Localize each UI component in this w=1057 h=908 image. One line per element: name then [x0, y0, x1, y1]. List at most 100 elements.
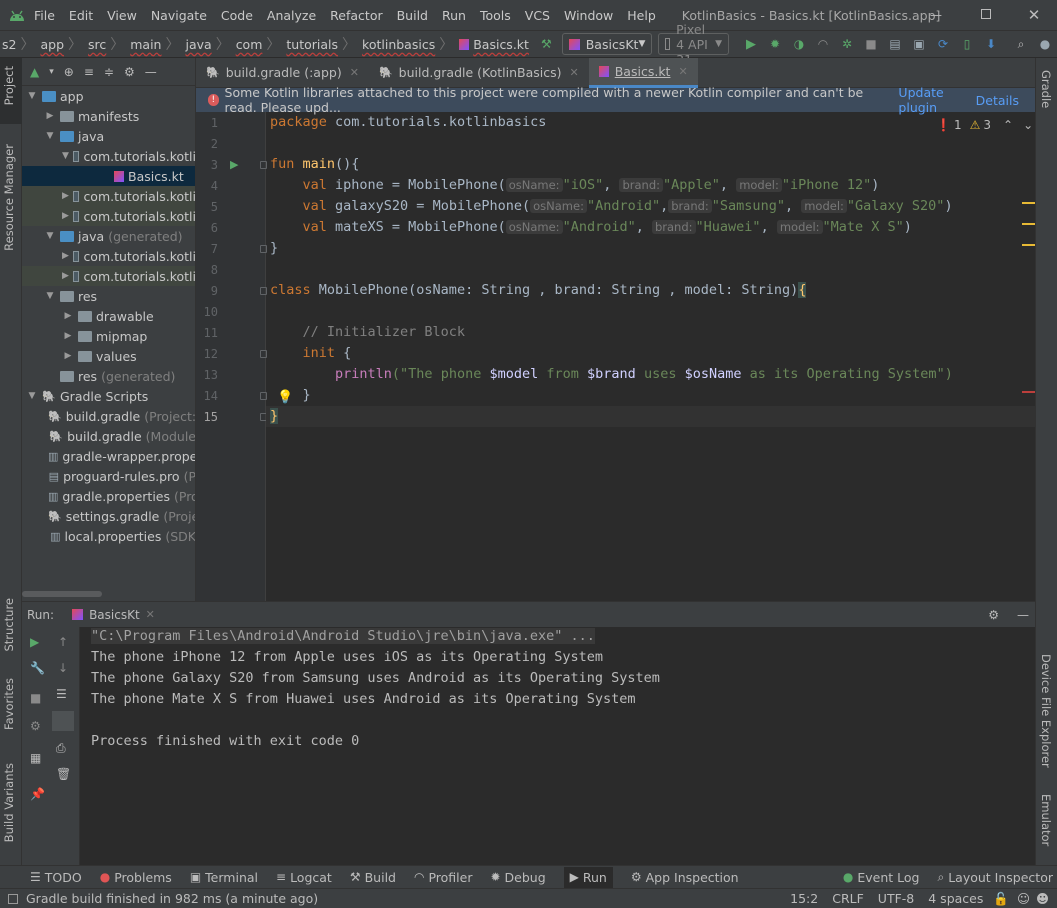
- favorites-tool-tab[interactable]: Favorites: [2, 678, 16, 730]
- menu-build[interactable]: Build: [397, 8, 428, 23]
- menu-code[interactable]: Code: [221, 8, 253, 23]
- chevron-down-icon[interactable]: ▼: [62, 151, 69, 161]
- tree-item[interactable]: ▼ com.tutorials.kotli: [22, 146, 195, 166]
- breadcrumb-item[interactable]: app: [40, 37, 64, 52]
- profiler-tab[interactable]: ◠ Profiler: [414, 870, 473, 885]
- warning-marker[interactable]: [1022, 202, 1035, 204]
- fold-marker-icon[interactable]: [260, 245, 267, 253]
- tree-item[interactable]: ▼ java (generated): [22, 226, 195, 246]
- chevron-down-icon[interactable]: ▼: [44, 231, 56, 241]
- chevron-right-icon[interactable]: ▶: [62, 311, 74, 321]
- code-line-15[interactable]: }: [270, 406, 279, 427]
- device-file-explorer-tool-tab[interactable]: Device File Explorer: [1039, 654, 1053, 768]
- file-encoding[interactable]: UTF-8: [878, 891, 914, 906]
- run-icon[interactable]: ▶: [741, 34, 761, 54]
- lightbulb-icon[interactable]: 💡: [277, 390, 293, 405]
- breadcrumb-item[interactable]: tutorials: [286, 37, 338, 52]
- emulator-tool-tab[interactable]: Emulator: [1039, 794, 1053, 846]
- tree-item[interactable]: ▶ com.tutorials.kotli: [22, 266, 195, 286]
- tree-item[interactable]: ▶ com.tutorials.kotli: [22, 206, 195, 226]
- run-tab[interactable]: ▶ Run: [563, 866, 613, 888]
- chevron-down-icon[interactable]: ▼: [26, 391, 38, 401]
- print-icon[interactable]: ⎙: [56, 741, 66, 756]
- attach-debugger-icon[interactable]: ✲: [837, 34, 857, 54]
- fold-marker-icon[interactable]: [260, 287, 267, 295]
- tree-item[interactable]: ▶ drawable: [22, 306, 195, 326]
- chevron-right-icon[interactable]: ▶: [44, 111, 56, 121]
- gradle-tool-tab[interactable]: Gradle: [1039, 70, 1053, 108]
- tree-item[interactable]: 🐘 settings.gradle (Proje: [22, 506, 195, 526]
- breadcrumb-item[interactable]: Basics.kt: [473, 37, 529, 52]
- pin-icon[interactable]: 📌: [30, 787, 45, 801]
- run-tab-basicskt[interactable]: BasicsKt: [89, 608, 140, 622]
- tree-item[interactable]: ▶ values: [22, 346, 195, 366]
- expand-all-icon[interactable]: ≡: [84, 65, 94, 79]
- smiley-icon[interactable]: ☺: [1017, 891, 1030, 906]
- close-tab-icon[interactable]: ✕: [146, 608, 155, 621]
- layout-icon[interactable]: ▦: [30, 751, 41, 765]
- stop-icon[interactable]: ■: [30, 691, 41, 705]
- notifications-icon[interactable]: ☻: [1036, 891, 1049, 906]
- maximize-icon[interactable]: [961, 8, 1011, 22]
- editor-tab[interactable]: 🐘 build.gradle (:app) ✕: [196, 58, 369, 88]
- chevron-right-icon[interactable]: ▶: [62, 331, 74, 341]
- view-dropdown-icon[interactable]: ▾: [49, 67, 54, 77]
- menu-navigate[interactable]: Navigate: [151, 8, 207, 23]
- tree-item[interactable]: ▼ app: [22, 86, 195, 106]
- caret-position[interactable]: 15:2: [790, 891, 818, 906]
- arrow-down-icon[interactable]: ↓: [58, 661, 68, 675]
- layout-inspector-tab[interactable]: ⌕ Layout Inspector: [937, 870, 1053, 885]
- device-select[interactable]: Pixel 4 API 31 ▼: [658, 22, 729, 67]
- code-line-7[interactable]: }: [270, 238, 278, 259]
- chevron-right-icon[interactable]: ▶: [62, 251, 69, 261]
- code-line-9[interactable]: class MobilePhone(osName: String , brand…: [270, 280, 807, 301]
- account-icon[interactable]: ●: [1035, 34, 1055, 54]
- details-link[interactable]: Details: [976, 93, 1019, 108]
- fold-marker-icon[interactable]: [260, 350, 267, 358]
- problems-tab[interactable]: ● Problems: [100, 870, 172, 885]
- resource-manager-tool-tab[interactable]: Resource Manager: [2, 144, 16, 251]
- code-line-1[interactable]: package com.tutorials.kotlinbasics: [270, 112, 546, 133]
- project-structure-icon[interactable]: ▤: [885, 34, 905, 54]
- debug-icon[interactable]: ✹: [765, 34, 785, 54]
- menu-file[interactable]: File: [34, 8, 55, 23]
- lock-icon[interactable]: 🔓: [993, 891, 1009, 907]
- arrow-up-icon[interactable]: ↑: [58, 635, 68, 649]
- code-line-4[interactable]: val iphone = MobilePhone(osName: "iOS", b…: [270, 175, 880, 196]
- tree-item[interactable]: 🐘 build.gradle (Project:: [22, 406, 195, 426]
- fold-marker-icon[interactable]: [260, 392, 267, 400]
- menu-run[interactable]: Run: [442, 8, 466, 23]
- layout-icon[interactable]: ▣: [909, 34, 929, 54]
- event-log-tab[interactable]: ● Event Log: [843, 870, 920, 885]
- chevron-right-icon[interactable]: ▶: [62, 351, 74, 361]
- run-config-select[interactable]: BasicsKt ▼: [561, 33, 653, 55]
- app-inspection-tab[interactable]: ⚙ App Inspection: [631, 870, 739, 885]
- android-view-icon[interactable]: ▲: [30, 65, 39, 79]
- tree-item[interactable]: ▥ local.properties (SDK: [22, 526, 195, 546]
- coverage-icon[interactable]: ◑: [789, 34, 809, 54]
- tree-item[interactable]: ▤ proguard-rules.pro (P: [22, 466, 195, 486]
- dump-threads-icon[interactable]: ⚙: [30, 719, 41, 733]
- sdk-manager-icon[interactable]: ⬇: [981, 34, 1001, 54]
- minimize-icon[interactable]: —: [911, 8, 961, 22]
- profile-icon[interactable]: ◠: [813, 34, 833, 54]
- device-manager-icon[interactable]: ▯: [957, 34, 977, 54]
- code-line-11[interactable]: // Initializer Block: [270, 322, 466, 343]
- rerun-icon[interactable]: ▶: [30, 635, 39, 649]
- sync-gradle-icon[interactable]: ⟳: [933, 34, 953, 54]
- chevron-down-icon[interactable]: ▼: [44, 291, 56, 301]
- tree-item[interactable]: ▼ 🐘 Gradle Scripts: [22, 386, 195, 406]
- stop-icon[interactable]: ■: [861, 34, 881, 54]
- tree-item[interactable]: ▼ res: [22, 286, 195, 306]
- debug-tab[interactable]: ✹ Debug: [490, 870, 545, 885]
- project-tool-tab[interactable]: Project: [2, 66, 16, 105]
- breadcrumb-item[interactable]: main: [130, 37, 161, 52]
- gear-icon[interactable]: ⚙: [988, 608, 999, 622]
- tree-item[interactable]: ▶ mipmap: [22, 326, 195, 346]
- build-variants-tool-tab[interactable]: Build Variants: [2, 763, 16, 842]
- error-marker[interactable]: [1022, 391, 1035, 393]
- chevron-right-icon[interactable]: ▶: [62, 211, 69, 221]
- code-line-6[interactable]: val mateXS = MobilePhone(osName: "Android…: [270, 217, 912, 238]
- horizontal-scrollbar[interactable]: [22, 591, 102, 597]
- close-tab-icon[interactable]: ✕: [678, 65, 687, 78]
